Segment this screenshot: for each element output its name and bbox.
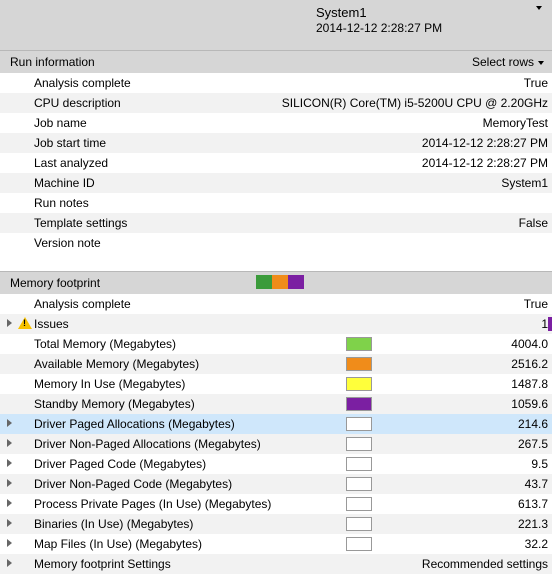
table-row[interactable]: Process Private Pages (In Use) (Megabyte… (0, 494, 552, 514)
row-issues[interactable]: Issues 1 (0, 314, 552, 334)
row-label: Last analyzed (34, 153, 161, 173)
row-label: Analysis complete (34, 294, 346, 314)
row-label: Analysis complete (34, 73, 161, 93)
row-value: 1059.6 (382, 394, 548, 414)
section-title: Memory footprint (10, 276, 100, 290)
expand-icon[interactable] (7, 319, 12, 327)
color-swatch (346, 497, 372, 511)
row-label: Run notes (34, 193, 161, 213)
expand-icon[interactable] (7, 519, 12, 527)
row-value: 2014-12-12 2:28:27 PM (197, 133, 548, 153)
row-label: Machine ID (34, 173, 161, 193)
row-label: Driver Paged Code (Megabytes) (34, 454, 346, 474)
expand-icon[interactable] (7, 499, 12, 507)
section-run-information[interactable]: Run information Select rows (0, 50, 552, 73)
row-label: Standby Memory (Megabytes) (34, 394, 346, 414)
select-rows-dropdown[interactable]: Select rows (472, 51, 544, 73)
table-row[interactable]: Driver Non-Paged Code (Megabytes) 43.7 (0, 474, 552, 494)
table-row[interactable]: Memory footprint Settings Recommended set… (0, 554, 552, 574)
dropdown-icon[interactable] (536, 6, 542, 10)
row-label: Binaries (In Use) (Megabytes) (34, 514, 346, 534)
memory-footprint-table: Analysis complete True Issues 1 Total Memo… (0, 294, 552, 574)
row-label: Template settings (34, 213, 161, 233)
row-value: 214.6 (382, 414, 548, 434)
row-value: SILICON(R) Core(TM) i5-5200U CPU @ 2.20G… (197, 93, 548, 113)
color-swatch (346, 477, 372, 491)
row-value: False (197, 213, 548, 233)
row-label: Memory footprint Settings (34, 554, 346, 574)
color-swatch (346, 437, 372, 451)
row-driver-paged-allocations[interactable]: Driver Paged Allocations (Megabytes) 214.… (0, 414, 552, 434)
table-row[interactable]: Driver Paged Code (Megabytes) 9.5 (0, 454, 552, 474)
header-title: System1 (316, 5, 544, 20)
swatch-icon (288, 275, 304, 289)
row-value: 1 (382, 314, 548, 334)
row-value: 2014-12-12 2:28:27 PM (197, 153, 548, 173)
row-value: 32.2 (382, 534, 548, 554)
row-value: 43.7 (382, 474, 548, 494)
column-header[interactable]: System1 2014-12-12 2:28:27 PM (0, 0, 552, 50)
issue-bar-icon (548, 317, 552, 331)
table-row[interactable]: Binaries (In Use) (Megabytes) 221.3 (0, 514, 552, 534)
row-label: Process Private Pages (In Use) (Megabyte… (34, 494, 346, 514)
row-label: Map Files (In Use) (Megabytes) (34, 534, 346, 554)
table-row[interactable]: Map Files (In Use) (Megabytes) 32.2 (0, 534, 552, 554)
swatch-icon (256, 275, 272, 289)
swatch-icon (272, 275, 288, 289)
expand-icon[interactable] (7, 419, 12, 427)
expand-icon[interactable] (7, 459, 12, 467)
row-value: 9.5 (382, 454, 548, 474)
row-value: True (197, 73, 548, 93)
row-label: Issues (34, 314, 346, 334)
row-value: 2516.2 (382, 354, 548, 374)
row-label: Job start time (34, 133, 161, 153)
row-value (197, 233, 548, 253)
section-swatches (256, 275, 304, 289)
color-swatch (346, 457, 372, 471)
row-value: 1487.8 (382, 374, 548, 394)
header-subtitle: 2014-12-12 2:28:27 PM (316, 21, 544, 35)
color-swatch (346, 377, 372, 391)
row-value: System1 (197, 173, 548, 193)
row-value (197, 193, 548, 213)
row-value: True (382, 294, 548, 314)
row-label: Job name (34, 113, 161, 133)
row-label: Version note (34, 233, 161, 253)
row-label: Memory In Use (Megabytes) (34, 374, 346, 394)
expand-icon[interactable] (7, 439, 12, 447)
row-value: 267.5 (382, 434, 548, 454)
table-row[interactable]: Driver Non-Paged Allocations (Megabytes)… (0, 434, 552, 454)
color-swatch (346, 417, 372, 431)
row-value: MemoryTest (197, 113, 548, 133)
expand-icon[interactable] (7, 479, 12, 487)
row-label: Driver Paged Allocations (Megabytes) (34, 414, 346, 434)
color-swatch (346, 397, 372, 411)
expand-icon[interactable] (7, 559, 12, 567)
row-value: Recommended settings (382, 554, 548, 574)
run-information-table: Analysis complete True CPU description SIL… (0, 73, 552, 253)
row-label: CPU description (34, 93, 161, 113)
row-label: Available Memory (Megabytes) (34, 354, 346, 374)
section-title: Run information (10, 55, 95, 69)
warning-icon (18, 317, 32, 329)
expand-icon[interactable] (7, 539, 12, 547)
row-label: Total Memory (Megabytes) (34, 334, 346, 354)
row-value: 221.3 (382, 514, 548, 534)
row-value: 613.7 (382, 494, 548, 514)
row-label: Driver Non-Paged Allocations (Megabytes) (34, 434, 346, 454)
color-swatch (346, 537, 372, 551)
color-swatch (346, 337, 372, 351)
row-label: Driver Non-Paged Code (Megabytes) (34, 474, 346, 494)
color-swatch (346, 517, 372, 531)
color-swatch (346, 357, 372, 371)
row-value: 4004.0 (382, 334, 548, 354)
section-memory-footprint[interactable]: Memory footprint (0, 271, 552, 294)
